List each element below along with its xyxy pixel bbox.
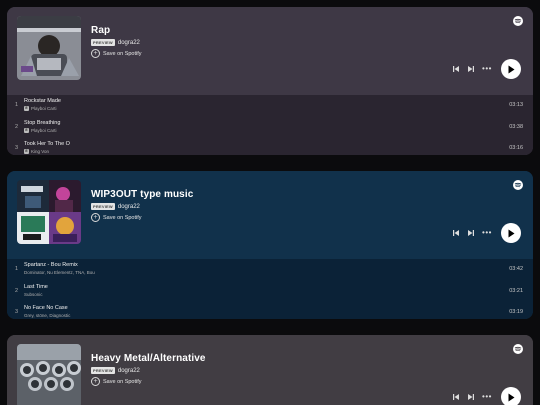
- track-row[interactable]: 3 Took Her To The O E King Von 03:16: [7, 138, 533, 155]
- more-horizontal-icon[interactable]: •••: [482, 65, 492, 73]
- playlist-embed-heavy-metal: Heavy Metal/Alternative PREVIEW dogra22 …: [7, 335, 533, 405]
- track-row[interactable]: 3 No Face No Case Grey, stöne, Diagnosti…: [7, 302, 533, 319]
- playlist-title[interactable]: Rap: [91, 25, 110, 36]
- track-duration: 03:21: [509, 287, 523, 294]
- track-title: Took Her To The O: [24, 141, 70, 147]
- track-number: 1: [15, 266, 19, 272]
- explicit-badge: E: [24, 127, 29, 133]
- track-artist: Grey, stöne, Diagnostic: [24, 313, 71, 318]
- plus-circle-icon: +: [91, 377, 100, 386]
- preview-badge: PREVIEW: [91, 367, 115, 374]
- track-duration: 03:16: [509, 145, 523, 151]
- track-duration: 03:38: [509, 123, 523, 130]
- track-number: 3: [15, 145, 19, 151]
- playlist-meta: PREVIEW dogra22: [91, 203, 140, 210]
- track-artist: Dominator, Nu Elementz, TNA, Bou: [24, 270, 95, 275]
- playlist-meta: PREVIEW dogra22: [91, 367, 140, 374]
- track-number: 1: [15, 102, 19, 108]
- track-row[interactable]: 2 Last Time Subsonic 03:21: [7, 281, 533, 303]
- plus-circle-icon: +: [91, 213, 100, 222]
- track-artist-row: Grey, stöne, Diagnostic: [24, 313, 70, 318]
- track-number: 2: [15, 287, 19, 294]
- playlist-cover-art[interactable]: [17, 16, 81, 80]
- track-artist-row: E Playboi Carti: [24, 106, 57, 111]
- playlist-title[interactable]: Heavy Metal/Alternative: [91, 353, 206, 364]
- play-icon: [508, 393, 515, 401]
- track-number: 3: [15, 309, 19, 315]
- more-horizontal-icon[interactable]: •••: [482, 229, 492, 237]
- play-icon: [508, 229, 515, 237]
- playlist-cover-art[interactable]: [17, 180, 81, 244]
- save-label: Save on Spotify: [103, 50, 142, 57]
- playlist-header: Rap PREVIEW dogra22 + Save on Spotify ••…: [7, 7, 533, 95]
- playlist-owner[interactable]: dogra22: [118, 40, 140, 46]
- track-title: Last Time: [24, 283, 48, 290]
- track-row[interactable]: 1 Rockstar Made E Playboi Carti 03:13: [7, 95, 533, 117]
- track-artist-row: E King Von: [24, 149, 49, 154]
- save-label: Save on Spotify: [103, 214, 142, 221]
- track-row[interactable]: 1 Spartanz - Bou Remix Dominator, Nu Ele…: [7, 259, 533, 281]
- playlist-owner[interactable]: dogra22: [118, 204, 140, 210]
- playlist-cover-art[interactable]: [17, 344, 81, 405]
- track-title: Spartanz - Bou Remix: [24, 262, 78, 268]
- skip-previous-icon[interactable]: [452, 229, 460, 237]
- track-artist: Playboi Carti: [31, 127, 57, 133]
- playback-controls: •••: [452, 387, 521, 405]
- play-button[interactable]: [501, 387, 521, 405]
- track-row[interactable]: 2 Stop Breathing E Playboi Carti 03:38: [7, 117, 533, 139]
- preview-badge: PREVIEW: [91, 39, 115, 46]
- spotify-logo-icon[interactable]: [513, 180, 523, 190]
- save-on-spotify-button[interactable]: + Save on Spotify: [91, 49, 142, 58]
- tracklist: 1 Rockstar Made E Playboi Carti 03:13 2 …: [7, 95, 533, 155]
- playlist-embed-rap: Rap PREVIEW dogra22 + Save on Spotify ••…: [7, 7, 533, 155]
- track-duration: 03:42: [509, 266, 523, 272]
- preview-badge: PREVIEW: [91, 203, 115, 210]
- track-title: Rockstar Made: [24, 98, 61, 104]
- skip-next-icon[interactable]: [467, 65, 475, 73]
- track-number: 2: [15, 123, 19, 130]
- playlist-meta: PREVIEW dogra22: [91, 39, 140, 46]
- save-on-spotify-button[interactable]: + Save on Spotify: [91, 377, 142, 386]
- playlist-header: WIP3OUT type music PREVIEW dogra22 + Sav…: [7, 171, 533, 259]
- explicit-badge: E: [24, 149, 29, 154]
- tracklist: 1 Spartanz - Bou Remix Dominator, Nu Ele…: [7, 259, 533, 319]
- skip-previous-icon[interactable]: [452, 393, 460, 401]
- skip-next-icon[interactable]: [467, 229, 475, 237]
- track-duration: 03:13: [509, 102, 523, 108]
- track-duration: 03:19: [509, 309, 523, 315]
- spotify-logo-icon[interactable]: [513, 16, 523, 26]
- track-artist: King Von: [31, 149, 50, 154]
- skip-next-icon[interactable]: [467, 393, 475, 401]
- track-artist: Subsonic: [24, 291, 43, 297]
- playback-controls: •••: [452, 223, 521, 243]
- track-artist-row: Subsonic: [24, 292, 43, 297]
- track-title: No Face No Case: [24, 305, 68, 311]
- playback-controls: •••: [452, 59, 521, 79]
- track-artist-row: E Playboi Carti: [24, 127, 57, 133]
- playlist-owner[interactable]: dogra22: [118, 368, 140, 374]
- play-button[interactable]: [501, 223, 521, 243]
- playlist-header: Heavy Metal/Alternative PREVIEW dogra22 …: [7, 335, 533, 405]
- save-label: Save on Spotify: [103, 378, 142, 385]
- save-on-spotify-button[interactable]: + Save on Spotify: [91, 213, 142, 222]
- more-horizontal-icon[interactable]: •••: [482, 393, 492, 401]
- track-artist-row: Dominator, Nu Elementz, TNA, Bou: [24, 270, 95, 275]
- track-artist: Playboi Carti: [31, 106, 57, 111]
- track-title: Stop Breathing: [24, 119, 61, 126]
- playlist-embed-wip3out: WIP3OUT type music PREVIEW dogra22 + Sav…: [7, 171, 533, 319]
- playlist-title[interactable]: WIP3OUT type music: [91, 189, 193, 200]
- skip-previous-icon[interactable]: [452, 65, 460, 73]
- explicit-badge: E: [24, 106, 29, 111]
- play-icon: [508, 65, 515, 73]
- spotify-logo-icon[interactable]: [513, 344, 523, 354]
- play-button[interactable]: [501, 59, 521, 79]
- plus-circle-icon: +: [91, 49, 100, 58]
